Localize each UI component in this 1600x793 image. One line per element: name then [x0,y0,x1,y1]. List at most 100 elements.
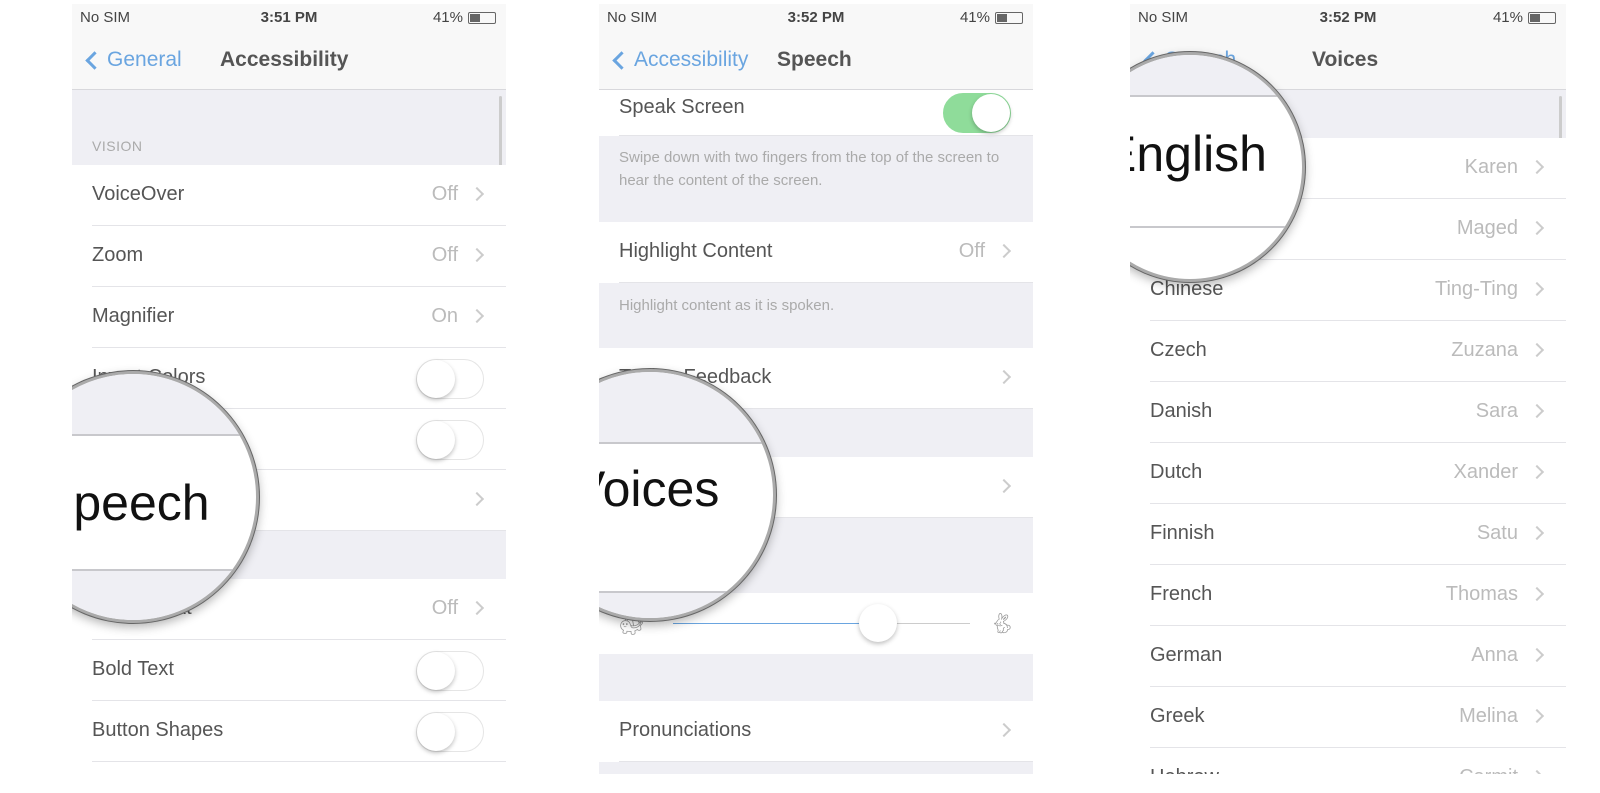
toggle-switch[interactable] [416,712,484,752]
row-label: Dutch [1150,461,1203,483]
chevron-right-icon [1529,708,1545,724]
voices-screen: No SIM3:52 PM41%SpeechVoicesEnglishKaren… [1130,4,1566,774]
magnifier-lens: Speech [72,371,259,623]
row-value: Ting-Ting [1435,278,1518,300]
page-title: Accessibility [220,48,349,71]
voice-language-row[interactable]: Hebrew Carmit [1130,748,1566,774]
toggle-switch[interactable] [416,420,484,460]
row-value: On [431,305,458,327]
chevron-left-icon [612,50,631,70]
toggle-switch[interactable] [416,359,484,399]
magnifier-lens: Voices [599,369,776,621]
back-button[interactable]: General [82,48,182,72]
battery-status: 41% [960,9,1023,26]
page-title: Voices [1312,48,1379,71]
row-value: Xander [1453,461,1519,483]
voice-language-row[interactable]: Greek Melina [1130,687,1566,748]
row-label: Pronunciations [619,719,752,741]
chevron-right-icon [469,247,485,263]
chevron-right-icon [469,600,485,616]
row-label: French [1150,583,1213,605]
battery-icon [1528,11,1556,24]
back-label: Accessibility [634,48,749,71]
row-value: Melina [1459,705,1518,727]
chevron-right-icon [1529,159,1545,175]
chevron-right-icon [1529,769,1545,774]
toggle-switch[interactable] [943,93,1011,133]
chevron-right-icon [469,491,485,507]
row-value: Off [431,244,458,266]
row-value: Carmit [1459,766,1518,774]
row-value: Sara [1475,400,1518,422]
nav-bar: General Accessibility [72,32,506,90]
voice-language-row[interactable]: French Thomas [1130,565,1566,626]
row-value: Off [431,183,458,205]
footer-text: Swipe down with two fingers from the top… [619,149,1000,189]
chevron-right-icon [1529,464,1545,480]
voice-language-row[interactable]: German Anna [1130,626,1566,687]
row-value: Satu [1476,522,1518,544]
chevron-right-icon [996,243,1012,259]
chevron-right-icon [996,722,1012,738]
battery-status: 41% [1493,9,1556,26]
chevron-right-icon [1529,647,1545,663]
chevron-left-icon [85,50,104,70]
row-label: Speak Screen [619,96,745,118]
settings-row[interactable]: VoiceOver Off [72,165,506,226]
chevron-right-icon [1529,525,1545,541]
pronunciations-row[interactable]: Pronunciations [599,701,1033,762]
chevron-right-icon [996,369,1012,385]
highlight-content-row[interactable]: Highlight Content Off [599,222,1033,283]
chevron-right-icon [1529,403,1545,419]
chevron-right-icon [1529,281,1545,297]
status-bar: No SIM 3:52 PM 41% [1130,4,1566,32]
speak-screen-row[interactable]: Speak Screen [599,90,1033,136]
row-value: Off [431,597,458,619]
toggle-switch[interactable] [416,651,484,691]
voice-language-row[interactable]: Dutch Xander [1130,443,1566,504]
settings-row[interactable]: Bold Text [72,640,506,701]
row-value: Karen [1464,156,1518,178]
row-value: Anna [1471,644,1518,666]
nav-bar: Accessibility Speech [599,32,1033,90]
battery-percent: 41% [432,9,463,26]
row-label: Czech [1150,339,1207,361]
page-title: Speech [777,48,852,71]
row-label: Finnish [1150,522,1215,544]
row-label: Magnifier [92,305,175,327]
back-button[interactable]: Accessibility [609,48,748,72]
voice-language-row[interactable]: Danish Sara [1130,382,1566,443]
settings-row[interactable]: Zoom Off [72,226,506,287]
chevron-right-icon [1529,342,1545,358]
row-label: German [1150,644,1223,666]
magnified-label: English [1130,126,1267,182]
magnified-label: Speech [72,475,210,531]
settings-row[interactable]: Magnifier On [72,287,506,348]
row-label: Zoom [92,244,144,266]
accessibility-screen: No SIM 3:51 PM 41% General Accessibility VISI… [72,4,506,774]
chevron-right-icon [469,308,485,324]
row-label: VoiceOver [92,183,185,205]
slider-thumb[interactable] [858,604,897,642]
row-label: Danish [1150,400,1213,422]
footer-text: Highlight content as it is spoken. [619,297,835,314]
row-label: Highlight Content [619,240,773,262]
row-value: Off [958,240,985,262]
battery-icon [468,11,496,24]
voice-language-row[interactable]: Czech Zuzana [1130,321,1566,382]
magnified-label: Voices [599,461,720,517]
back-label: General [107,48,182,71]
status-bar: No SIM 3:51 PM 41% [72,4,506,32]
slider-fill [673,623,878,624]
row-value: Maged [1456,217,1518,239]
section-header: VISION [92,138,143,154]
settings-row[interactable]: Button Shapes [72,701,506,762]
rabbit-icon: 🐇︎ [989,613,1015,635]
voice-language-row[interactable]: Finnish Satu [1130,504,1566,565]
chevron-right-icon [469,186,485,202]
battery-percent: 41% [1492,9,1523,26]
row-value: Zuzana [1451,339,1518,361]
status-bar: No SIM 3:52 PM 41% [599,4,1033,32]
row-label: Hebrew [1150,766,1219,774]
row-label: Button Shapes [92,719,224,741]
